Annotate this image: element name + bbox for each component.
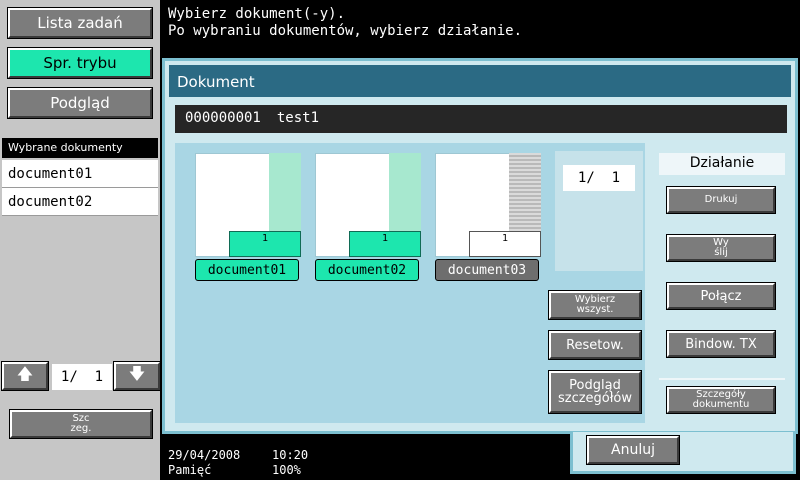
document-number: 000000001 [185,110,261,126]
document-details-button[interactable]: Szczegóły dokumentu [667,387,775,413]
status-date: 29/04/2008 [168,448,241,462]
left-panel: Lista zadań Spr. trybu Podgląd Wybrane d… [0,0,160,480]
document-thumbnail[interactable]: 1 document01 [195,153,301,281]
page-count: 1 [469,231,541,257]
document-name: test1 [276,110,320,126]
cancel-button[interactable]: Anuluj [587,436,679,464]
page-current: 1/ [577,170,595,186]
scroll-down-button[interactable]: 🡇 [114,362,160,390]
detail-preview-button[interactable]: Podgląd szczegółów [549,371,641,413]
page-count: 1 [349,231,421,257]
bind-tx-label: Bindow. TX [685,336,757,352]
details-label-line2: zeg. [70,423,92,434]
thumbnail-page-indicator: 1/ 1 [563,165,635,191]
selected-document-item[interactable]: document01 [2,160,158,188]
preview-label: Podgląd [50,94,110,112]
preview-button[interactable]: Podgląd [8,88,152,118]
document-thumbnail[interactable]: 1 document02 [315,153,421,281]
select-all-line2: wszyst. [576,304,614,315]
instruction-message: Wybierz dokument(-y). Po wybraniu dokume… [168,6,522,40]
selected-document-item[interactable]: document02 [2,188,158,216]
cancel-panel: Anuluj [570,432,796,474]
document-label[interactable]: document01 [195,259,299,281]
check-mode-button[interactable]: Spr. trybu [8,48,152,78]
reset-button[interactable]: Resetow. [549,331,641,359]
document-thumbnail[interactable]: 1 document03 [435,153,541,281]
document-dialog: Dokument 000000001 test1 1 document01 1 d… [162,58,798,434]
select-all-button[interactable]: Wybierz wszyst. [549,291,641,319]
job-list-label: Lista zadań [37,14,123,32]
reset-label: Resetow. [566,337,624,353]
page-current: 1/ [60,369,78,385]
left-page-indicator: 1/ 1 [52,364,112,390]
document-label[interactable]: document03 [435,259,539,281]
job-list-button[interactable]: Lista zadań [8,8,152,38]
status-bar: 29/04/2008 10:20 Pamięć 100% [168,448,308,478]
page-total: 1 [94,369,104,385]
arrow-up-icon: 🡅 [16,363,34,383]
document-label[interactable]: document02 [315,259,419,281]
arrow-down-icon: 🡇 [128,363,146,383]
message-line2: Po wybraniu dokumentów, wybierz działani… [168,23,523,39]
scroll-up-button[interactable]: 🡅 [2,362,48,390]
send-line2: ślij [714,247,728,258]
detail-preview-line2: szczegółów [557,391,633,406]
action-divider [659,378,785,380]
document-info-bar: 000000001 test1 [175,105,787,133]
print-label: Drukuj [704,194,738,205]
send-button[interactable]: Wy ślij [667,235,775,261]
left-pager: 🡅 1/ 1 🡇 [0,362,160,392]
memory-value: 100% [272,463,301,477]
memory-label: Pamięć [168,463,212,477]
page-total: 1 [611,170,621,186]
cancel-label: Anuluj [611,441,655,458]
status-time: 10:20 [272,448,309,462]
details-button[interactable]: Szc zeg. [10,410,152,438]
thumbnail-pager: 1/ 1 [555,151,643,271]
bind-tx-button[interactable]: Bindow. TX [667,331,775,357]
message-line1: Wybierz dokument(-y). [168,6,346,22]
print-button[interactable]: Drukuj [667,187,775,213]
document-details-line2: dokumentu [692,399,750,410]
page-count: 1 [229,231,301,257]
check-mode-label: Spr. trybu [43,54,117,72]
combine-button[interactable]: Połącz [667,283,775,309]
thumbnail-area: 1 document01 1 document02 1 document03 1… [175,143,645,423]
action-header: Działanie [659,153,785,175]
combine-label: Połącz [700,288,742,304]
selected-documents-header: Wybrane dokumenty [2,138,158,158]
dialog-title: Dokument [169,65,791,97]
